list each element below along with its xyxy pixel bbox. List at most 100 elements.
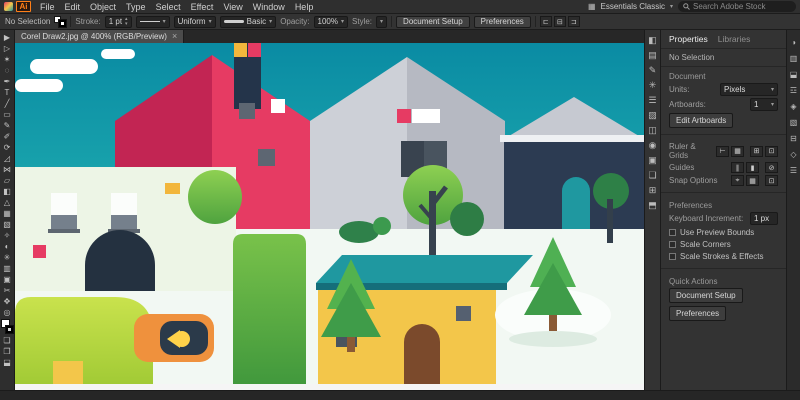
opacity-dropdown[interactable]: 100% ▾ (314, 16, 348, 28)
layers-panel-icon[interactable]: ❏ (645, 168, 660, 183)
width-tool[interactable]: ⋈ (0, 164, 14, 175)
menu-effect[interactable]: Effect (186, 2, 219, 12)
snap-to-grid-icon[interactable]: ⊞ (750, 146, 763, 157)
column-graph-tool[interactable]: ▥ (0, 263, 14, 274)
stroke-panel-icon[interactable]: ☰ (645, 93, 660, 108)
lock-guides-icon[interactable]: ▮ (746, 162, 759, 173)
style-dropdown[interactable]: ▾ (376, 16, 387, 28)
menu-object[interactable]: Object (85, 2, 121, 12)
snap-to-glyph-icon[interactable]: ⊡ (765, 175, 778, 186)
clear-guides-icon[interactable]: ⊘ (765, 162, 778, 173)
quick-action-document-setup[interactable]: Document Setup (669, 288, 743, 303)
menu-view[interactable]: View (218, 2, 247, 12)
asset-export-panel-icon[interactable]: ⬒ (645, 198, 660, 213)
menu-file[interactable]: File (35, 2, 60, 12)
blend-tool[interactable]: ◐ (0, 241, 14, 252)
gradient-panel-icon[interactable]: ▨ (645, 108, 660, 123)
symbols-panel-icon[interactable]: ✳ (645, 78, 660, 93)
checkbox-box[interactable] (669, 229, 676, 236)
appearance-panel-icon[interactable]: ◉ (645, 138, 660, 153)
edit-artboards-button[interactable]: Edit Artboards (669, 113, 733, 128)
graphic-styles-panel-icon[interactable]: ▣ (645, 153, 660, 168)
checkbox-scale-corners[interactable]: Scale Corners (669, 240, 778, 249)
workspace-label[interactable]: Essentials Classic (601, 2, 665, 11)
show-rulers-icon[interactable]: ⊢ (716, 146, 729, 157)
artboards-panel-icon[interactable]: ⊞ (645, 183, 660, 198)
document-tab[interactable]: Corel Draw2.jpg @ 400% (RGB/Preview) × (15, 30, 184, 43)
eyedropper-tool[interactable]: ✧ (0, 230, 14, 241)
shape-builder-tool[interactable]: ◧ (0, 186, 14, 197)
info-panel-icon[interactable]: ▥ (787, 50, 800, 66)
stepper-down-icon[interactable]: ▾ (125, 22, 128, 27)
magic-wand-tool[interactable]: ✶ (0, 54, 14, 65)
width-profile-dropdown[interactable]: Uniform ▾ (174, 16, 216, 28)
document-setup-button[interactable]: Document Setup (396, 16, 470, 28)
line-segment-tool[interactable]: ╱ (0, 98, 14, 109)
menu-type[interactable]: Type (121, 2, 151, 12)
draw-normal-mode-icon[interactable]: ❏ (0, 335, 14, 346)
show-guides-icon[interactable]: ∥ (731, 162, 744, 173)
menu-edit[interactable]: Edit (60, 2, 86, 12)
stroke-swatch[interactable] (59, 20, 66, 27)
scale-tool[interactable]: ◿ (0, 153, 14, 164)
pencil-tool[interactable]: ✐ (0, 131, 14, 142)
fill-stroke-control[interactable] (54, 16, 66, 27)
actions-panel-icon[interactable]: ⬓ (787, 66, 800, 82)
workspace-switcher-icon[interactable]: ▦ (588, 2, 596, 11)
snap-to-pixel-icon[interactable]: ▦ (746, 175, 759, 186)
stock-search-input[interactable]: Search Adobe Stock (678, 1, 796, 12)
perspective-grid-tool[interactable]: △ (0, 197, 14, 208)
type-tool[interactable]: T (0, 87, 14, 98)
align-panel-icon[interactable]: ⊟ (787, 130, 800, 146)
symbol-sprayer-tool[interactable]: ✳ (0, 252, 14, 263)
gradient-tool[interactable]: ▧ (0, 219, 14, 230)
swatches-panel-icon[interactable]: ▤ (645, 48, 660, 63)
zoom-tool[interactable]: ◎ (0, 307, 14, 318)
stepper[interactable]: ▴ ▾ (125, 17, 128, 27)
slice-tool[interactable]: ✂ (0, 285, 14, 296)
preferences-button[interactable]: Preferences (474, 16, 531, 28)
brush-definition-dropdown[interactable]: Basic ▾ (220, 16, 277, 28)
units-dropdown[interactable]: Pixels ▾ (720, 83, 778, 96)
artboards-value[interactable]: 1 ▾ (750, 98, 778, 111)
align-left-icon[interactable]: ⊏ (540, 16, 552, 27)
canvas[interactable] (15, 43, 644, 390)
tab-libraries[interactable]: Libraries (718, 34, 751, 44)
draw-behind-mode-icon[interactable]: ❐ (0, 346, 14, 357)
screen-mode-icon[interactable]: ⬓ (0, 357, 14, 368)
keyboard-increment-input[interactable]: 1 px (750, 212, 778, 225)
checkbox-use-preview-bounds[interactable]: Use Preview Bounds (669, 228, 778, 237)
paintbrush-tool[interactable]: ✎ (0, 120, 14, 131)
transparency-panel-icon[interactable]: ◫ (645, 123, 660, 138)
history-panel-icon[interactable]: ☰ (787, 162, 800, 178)
checkbox-box[interactable] (669, 241, 676, 248)
transform-panel-icon[interactable]: ◇ (787, 146, 800, 162)
align-right-icon[interactable]: ⊐ (568, 16, 580, 27)
tab-properties[interactable]: Properties (669, 34, 708, 44)
selection-tool[interactable]: ▶ (0, 32, 14, 43)
show-grid-icon[interactable]: ▦ (731, 146, 744, 157)
pixel-grid-icon[interactable]: ⊡ (765, 146, 778, 157)
quick-action-preferences[interactable]: Preferences (669, 306, 726, 321)
direct-selection-tool[interactable]: ▷ (0, 43, 14, 54)
menu-window[interactable]: Window (248, 2, 290, 12)
hand-tool[interactable]: ✥ (0, 296, 14, 307)
menu-select[interactable]: Select (151, 2, 186, 12)
lasso-tool[interactable]: ◌ (0, 65, 14, 76)
snap-to-point-icon[interactable]: ⌖ (731, 175, 744, 186)
free-transform-tool[interactable]: ▱ (0, 175, 14, 186)
libraries-panel-icon[interactable]: ◑ (787, 34, 800, 50)
navigator-panel-icon[interactable]: ◈ (787, 98, 800, 114)
links-panel-icon[interactable]: ☲ (787, 82, 800, 98)
artboard-tool[interactable]: ▣ (0, 274, 14, 285)
align-center-icon[interactable]: ⊟ (554, 16, 566, 27)
stroke-weight-input[interactable]: 1 pt ▴ ▾ (105, 16, 132, 28)
rotate-tool[interactable]: ⟳ (0, 142, 14, 153)
variable-width-dropdown[interactable]: ▾ (136, 16, 170, 28)
stroke-swatch[interactable] (6, 326, 13, 333)
rectangle-tool[interactable]: ▭ (0, 109, 14, 120)
pathfinder-panel-icon[interactable]: ▧ (787, 114, 800, 130)
close-icon[interactable]: × (172, 32, 177, 41)
mesh-tool[interactable]: ▦ (0, 208, 14, 219)
brushes-panel-icon[interactable]: ✎ (645, 63, 660, 78)
